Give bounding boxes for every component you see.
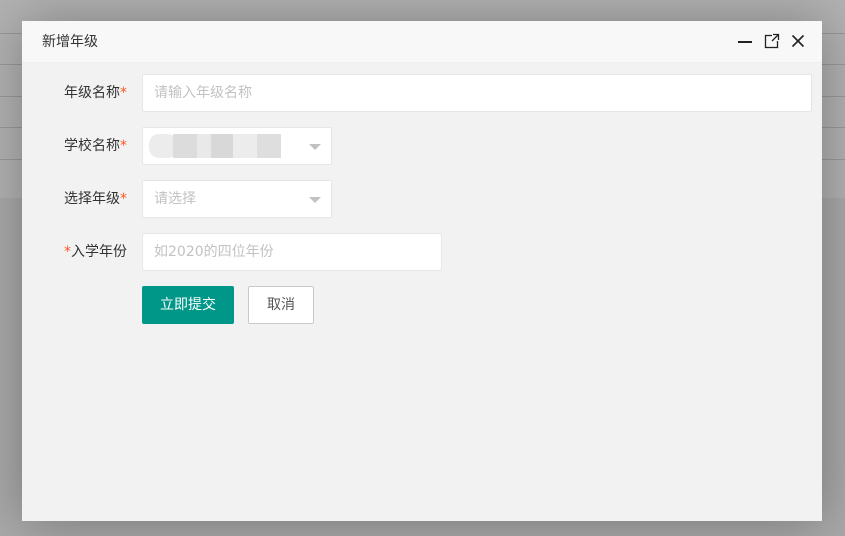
chevron-down-icon[interactable] — [309, 144, 321, 150]
dialog-header: 新增年级 — [22, 21, 822, 63]
maximize-icon[interactable] — [764, 33, 780, 49]
form-row-entry-year: *入学年份 如2020的四位年份 — [22, 233, 822, 271]
redacted-value — [233, 134, 257, 158]
redacted-value — [257, 134, 281, 158]
add-grade-dialog: 新增年级 年级名称* 请输入年级名称 学校名称* 选择年级* 请选择 *入学年份… — [22, 21, 822, 521]
form-row-school-name: 学校名称* — [22, 127, 822, 165]
select-grade-label: 选择年级* — [64, 191, 127, 207]
form-actions: 立即提交 取消 — [22, 286, 822, 324]
entry-year-label: *入学年份 — [64, 244, 127, 260]
chevron-down-icon[interactable] — [309, 197, 321, 203]
submit-button[interactable]: 立即提交 — [142, 286, 234, 324]
select-grade-select[interactable]: 请选择 — [142, 180, 332, 218]
dialog-title: 新增年级 — [42, 34, 98, 50]
select-grade-placeholder: 请选择 — [154, 191, 196, 207]
school-name-select[interactable] — [142, 127, 332, 165]
form-row-select-grade: 选择年级* 请选择 — [22, 180, 822, 218]
grade-name-input[interactable]: 请输入年级名称 — [142, 74, 812, 112]
grade-name-label: 年级名称* — [64, 85, 127, 101]
grade-name-placeholder: 请输入年级名称 — [154, 85, 252, 101]
cancel-button[interactable]: 取消 — [248, 286, 314, 324]
redacted-value — [211, 134, 233, 158]
minimize-icon[interactable] — [737, 33, 753, 49]
redacted-value — [197, 134, 211, 158]
entry-year-placeholder: 如2020的四位年份 — [154, 244, 274, 260]
form-row-grade-name: 年级名称* 请输入年级名称 — [22, 74, 822, 112]
close-icon[interactable] — [790, 33, 806, 49]
school-name-label: 学校名称* — [64, 138, 127, 154]
redacted-value — [173, 134, 197, 158]
entry-year-input[interactable]: 如2020的四位年份 — [142, 233, 442, 271]
